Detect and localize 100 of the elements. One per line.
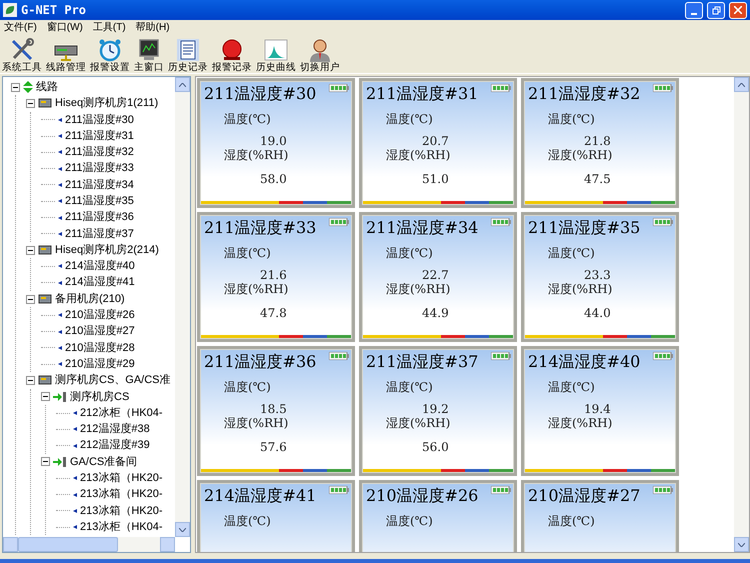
tree-item[interactable]: 210温湿度#28 <box>65 340 135 356</box>
humidity-label: 湿度(%RH) <box>548 282 612 296</box>
tree-item[interactable]: 213冰柜（HK04- <box>80 518 163 536</box>
vertical-scrollbar[interactable] <box>175 77 190 537</box>
temperature-label: 温度(℃) <box>548 514 595 528</box>
scroll-up-icon <box>179 82 186 86</box>
temperature-value: 20.7 <box>422 134 449 148</box>
scroll-down-icon <box>738 542 745 546</box>
menu-item[interactable]: 窗口(W) <box>46 20 83 34</box>
temperature-label: 温度(℃) <box>224 380 271 394</box>
minus-icon <box>28 248 33 253</box>
temperature-label: 温度(℃) <box>548 380 595 394</box>
tree-item[interactable]: 211温湿度#32 <box>65 144 134 161</box>
tree-item[interactable]: Hiseq测序机房2(214) <box>55 242 159 258</box>
tree-item[interactable]: 212冰柜（HK04- <box>80 404 163 422</box>
humidity-label: 湿度(%RH) <box>386 416 450 430</box>
toolbar-button[interactable]: 线路管理 <box>44 38 88 73</box>
tree-item[interactable]: GA/CS准备间 <box>70 454 138 470</box>
tree-item[interactable]: 212温湿度#38 <box>80 421 150 438</box>
battery-icon <box>491 84 511 92</box>
tree-item[interactable]: 214温湿度#41 <box>65 274 135 291</box>
close-button[interactable] <box>729 2 747 18</box>
minus-icon <box>43 394 48 400</box>
tree-item[interactable]: 211温湿度#37 <box>65 226 134 242</box>
tree-item[interactable]: 备用机房(210) <box>55 290 125 308</box>
menu-item[interactable]: 工具(T) <box>92 20 126 34</box>
tree-item[interactable]: 211温湿度#36 <box>65 209 134 226</box>
tree-item[interactable]: 212温湿度#39 <box>80 437 150 454</box>
tree-item[interactable]: 210温湿度#29 <box>65 356 135 372</box>
horizontal-scrollbar[interactable] <box>3 537 175 552</box>
temperature-value: 21.8 <box>584 134 611 148</box>
vertical-scrollbar[interactable] <box>734 77 749 552</box>
sensor-title: 214温湿度#41 <box>204 486 316 506</box>
minus-icon <box>28 296 33 302</box>
toolbar-button[interactable]: 报警记录 <box>210 38 254 73</box>
minimize-icon <box>691 12 697 14</box>
tree-item[interactable]: 211温湿度#33 <box>65 160 134 177</box>
collapse-toggle[interactable] <box>41 457 50 466</box>
tree-item[interactable]: 测序机房CS、GA/CS准 <box>55 372 171 389</box>
collapse-toggle[interactable] <box>26 376 35 385</box>
tree-item[interactable]: 211温湿度#30 <box>65 112 134 128</box>
tree-item[interactable]: 211温湿度#31 <box>65 128 134 144</box>
arrow-icon <box>53 390 67 403</box>
humidity-value: 47.5 <box>584 172 611 186</box>
temperature-label: 温度(℃) <box>386 246 433 260</box>
toolbar-button[interactable]: 主窗口 <box>132 38 166 73</box>
menu-item[interactable]: 文件(F) <box>4 20 37 34</box>
tree-item[interactable]: 210温湿度#27 <box>65 323 135 340</box>
tree-item[interactable]: 210温湿度#26 <box>65 307 135 324</box>
humidity-label: 湿度(%RH) <box>548 416 612 430</box>
battery-icon <box>653 218 673 226</box>
battery-icon <box>329 84 349 92</box>
toolbar-button[interactable]: 历史曲线 <box>254 38 298 73</box>
tree-item[interactable]: 线路 <box>36 78 58 96</box>
tree-item[interactable]: 214温湿度#40 <box>65 258 135 275</box>
tree-item[interactable]: 213冰箱（HK20- <box>80 502 163 520</box>
scroll-down-icon <box>179 528 186 532</box>
tree-item[interactable]: 211温湿度#35 <box>65 192 134 210</box>
scroll-up-icon <box>738 82 745 86</box>
humidity-label: 湿度(%RH) <box>548 148 612 162</box>
humidity-label: 湿度(%RH) <box>386 148 450 162</box>
collapse-toggle[interactable] <box>26 294 35 304</box>
server-icon <box>38 293 52 305</box>
sensor-title: 211温湿度#33 <box>204 218 316 238</box>
minus-icon <box>28 378 33 383</box>
tree-item[interactable]: 213冰箱（HK20- <box>80 470 163 487</box>
window-title: G-NET Pro <box>21 2 86 19</box>
toolbar-button[interactable]: 报警设置 <box>88 38 132 73</box>
collapse-toggle[interactable] <box>11 82 20 92</box>
toolbar-button[interactable]: 系统工具 <box>0 38 44 73</box>
tools-icon <box>9 38 35 62</box>
temperature-value: 19.2 <box>422 402 449 416</box>
tree-item[interactable]: 213冰箱（HK20- <box>80 486 163 503</box>
toolbar-button[interactable]: 切换用户 <box>298 38 342 73</box>
temperature-value: 19.4 <box>584 402 611 416</box>
collapse-toggle[interactable] <box>26 98 35 108</box>
tree-item[interactable]: 211温湿度#34 <box>65 176 134 194</box>
restore-button[interactable] <box>707 2 725 18</box>
temperature-label: 温度(℃) <box>224 246 271 260</box>
battery-icon <box>491 218 511 226</box>
sensor-title: 214温湿度#40 <box>528 352 640 372</box>
toolbar-button[interactable]: 历史记录 <box>166 38 210 73</box>
collapse-toggle[interactable] <box>41 392 50 402</box>
humidity-value: 47.8 <box>260 306 287 320</box>
collapse-toggle[interactable] <box>26 246 35 255</box>
sensor-title: 211温湿度#34 <box>366 218 478 238</box>
sensor-title: 211温湿度#36 <box>204 352 316 372</box>
humidity-value: 57.6 <box>260 440 287 454</box>
humidity-value: 44.0 <box>584 306 611 320</box>
tree-item[interactable]: 测序机房CS <box>70 388 130 406</box>
user-icon <box>307 38 333 62</box>
battery-icon <box>653 352 673 360</box>
chart-icon <box>263 38 289 62</box>
menu-item[interactable]: 帮助(H) <box>136 20 170 34</box>
tree-item[interactable]: Hiseq测序机房1(211) <box>55 95 158 112</box>
temperature-label: 温度(℃) <box>224 112 271 126</box>
minus-icon <box>43 459 48 464</box>
minimize-button[interactable] <box>685 2 703 18</box>
humidity-label: 湿度(%RH) <box>224 148 288 162</box>
document-icon <box>175 38 201 62</box>
